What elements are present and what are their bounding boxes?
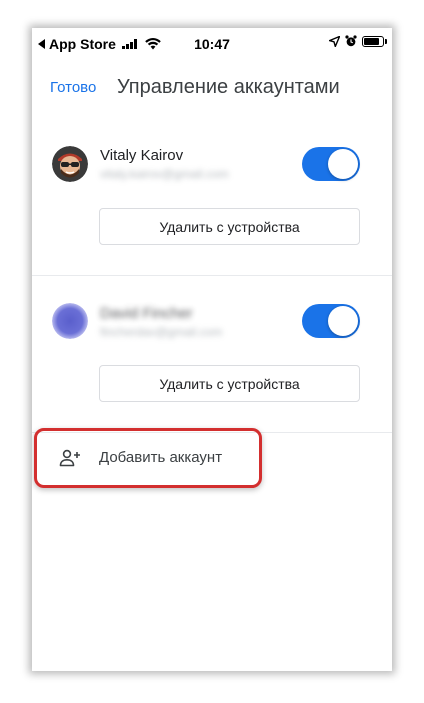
- avatar-image: [52, 146, 88, 182]
- avatar: [52, 303, 88, 339]
- account-email: fincherdav@gmail.com: [100, 325, 223, 339]
- account-item: Vitaly Kairov vitaly.kairov@gmail.com Уд…: [32, 136, 392, 276]
- status-right: [329, 35, 387, 47]
- divider: [32, 275, 392, 276]
- account-name: Vitaly Kairov: [100, 147, 184, 164]
- add-account-button[interactable]: Добавить аккаунт: [42, 436, 254, 480]
- app-screen: App Store 10:47 Готово Управление аккаун…: [32, 28, 392, 671]
- account-sync-toggle[interactable]: [302, 304, 360, 338]
- account-email: vitaly.kairov@gmail.com: [100, 167, 229, 181]
- toggle-knob: [328, 306, 358, 336]
- page-title: Управление аккаунтами: [117, 76, 340, 98]
- avatar: [52, 146, 88, 182]
- status-bar: App Store 10:47: [32, 28, 392, 60]
- person-add-icon: [59, 449, 80, 467]
- account-sync-toggle[interactable]: [302, 147, 360, 181]
- header: Готово Управление аккаунтами: [32, 68, 392, 108]
- remove-from-device-button[interactable]: Удалить с устройства: [99, 208, 360, 245]
- alarm-clock-icon: [345, 35, 357, 47]
- toggle-knob: [328, 149, 358, 179]
- avatar-image: [52, 303, 88, 339]
- remove-from-device-button[interactable]: Удалить с устройства: [99, 365, 360, 402]
- location-arrow-icon: [329, 35, 340, 47]
- add-account-label: Добавить аккаунт: [99, 449, 223, 466]
- done-button[interactable]: Готово: [50, 79, 96, 96]
- account-name: David Fincher: [100, 305, 193, 322]
- account-item: David Fincher fincherdav@gmail.com Удали…: [32, 292, 392, 432]
- battery-icon: [362, 35, 387, 47]
